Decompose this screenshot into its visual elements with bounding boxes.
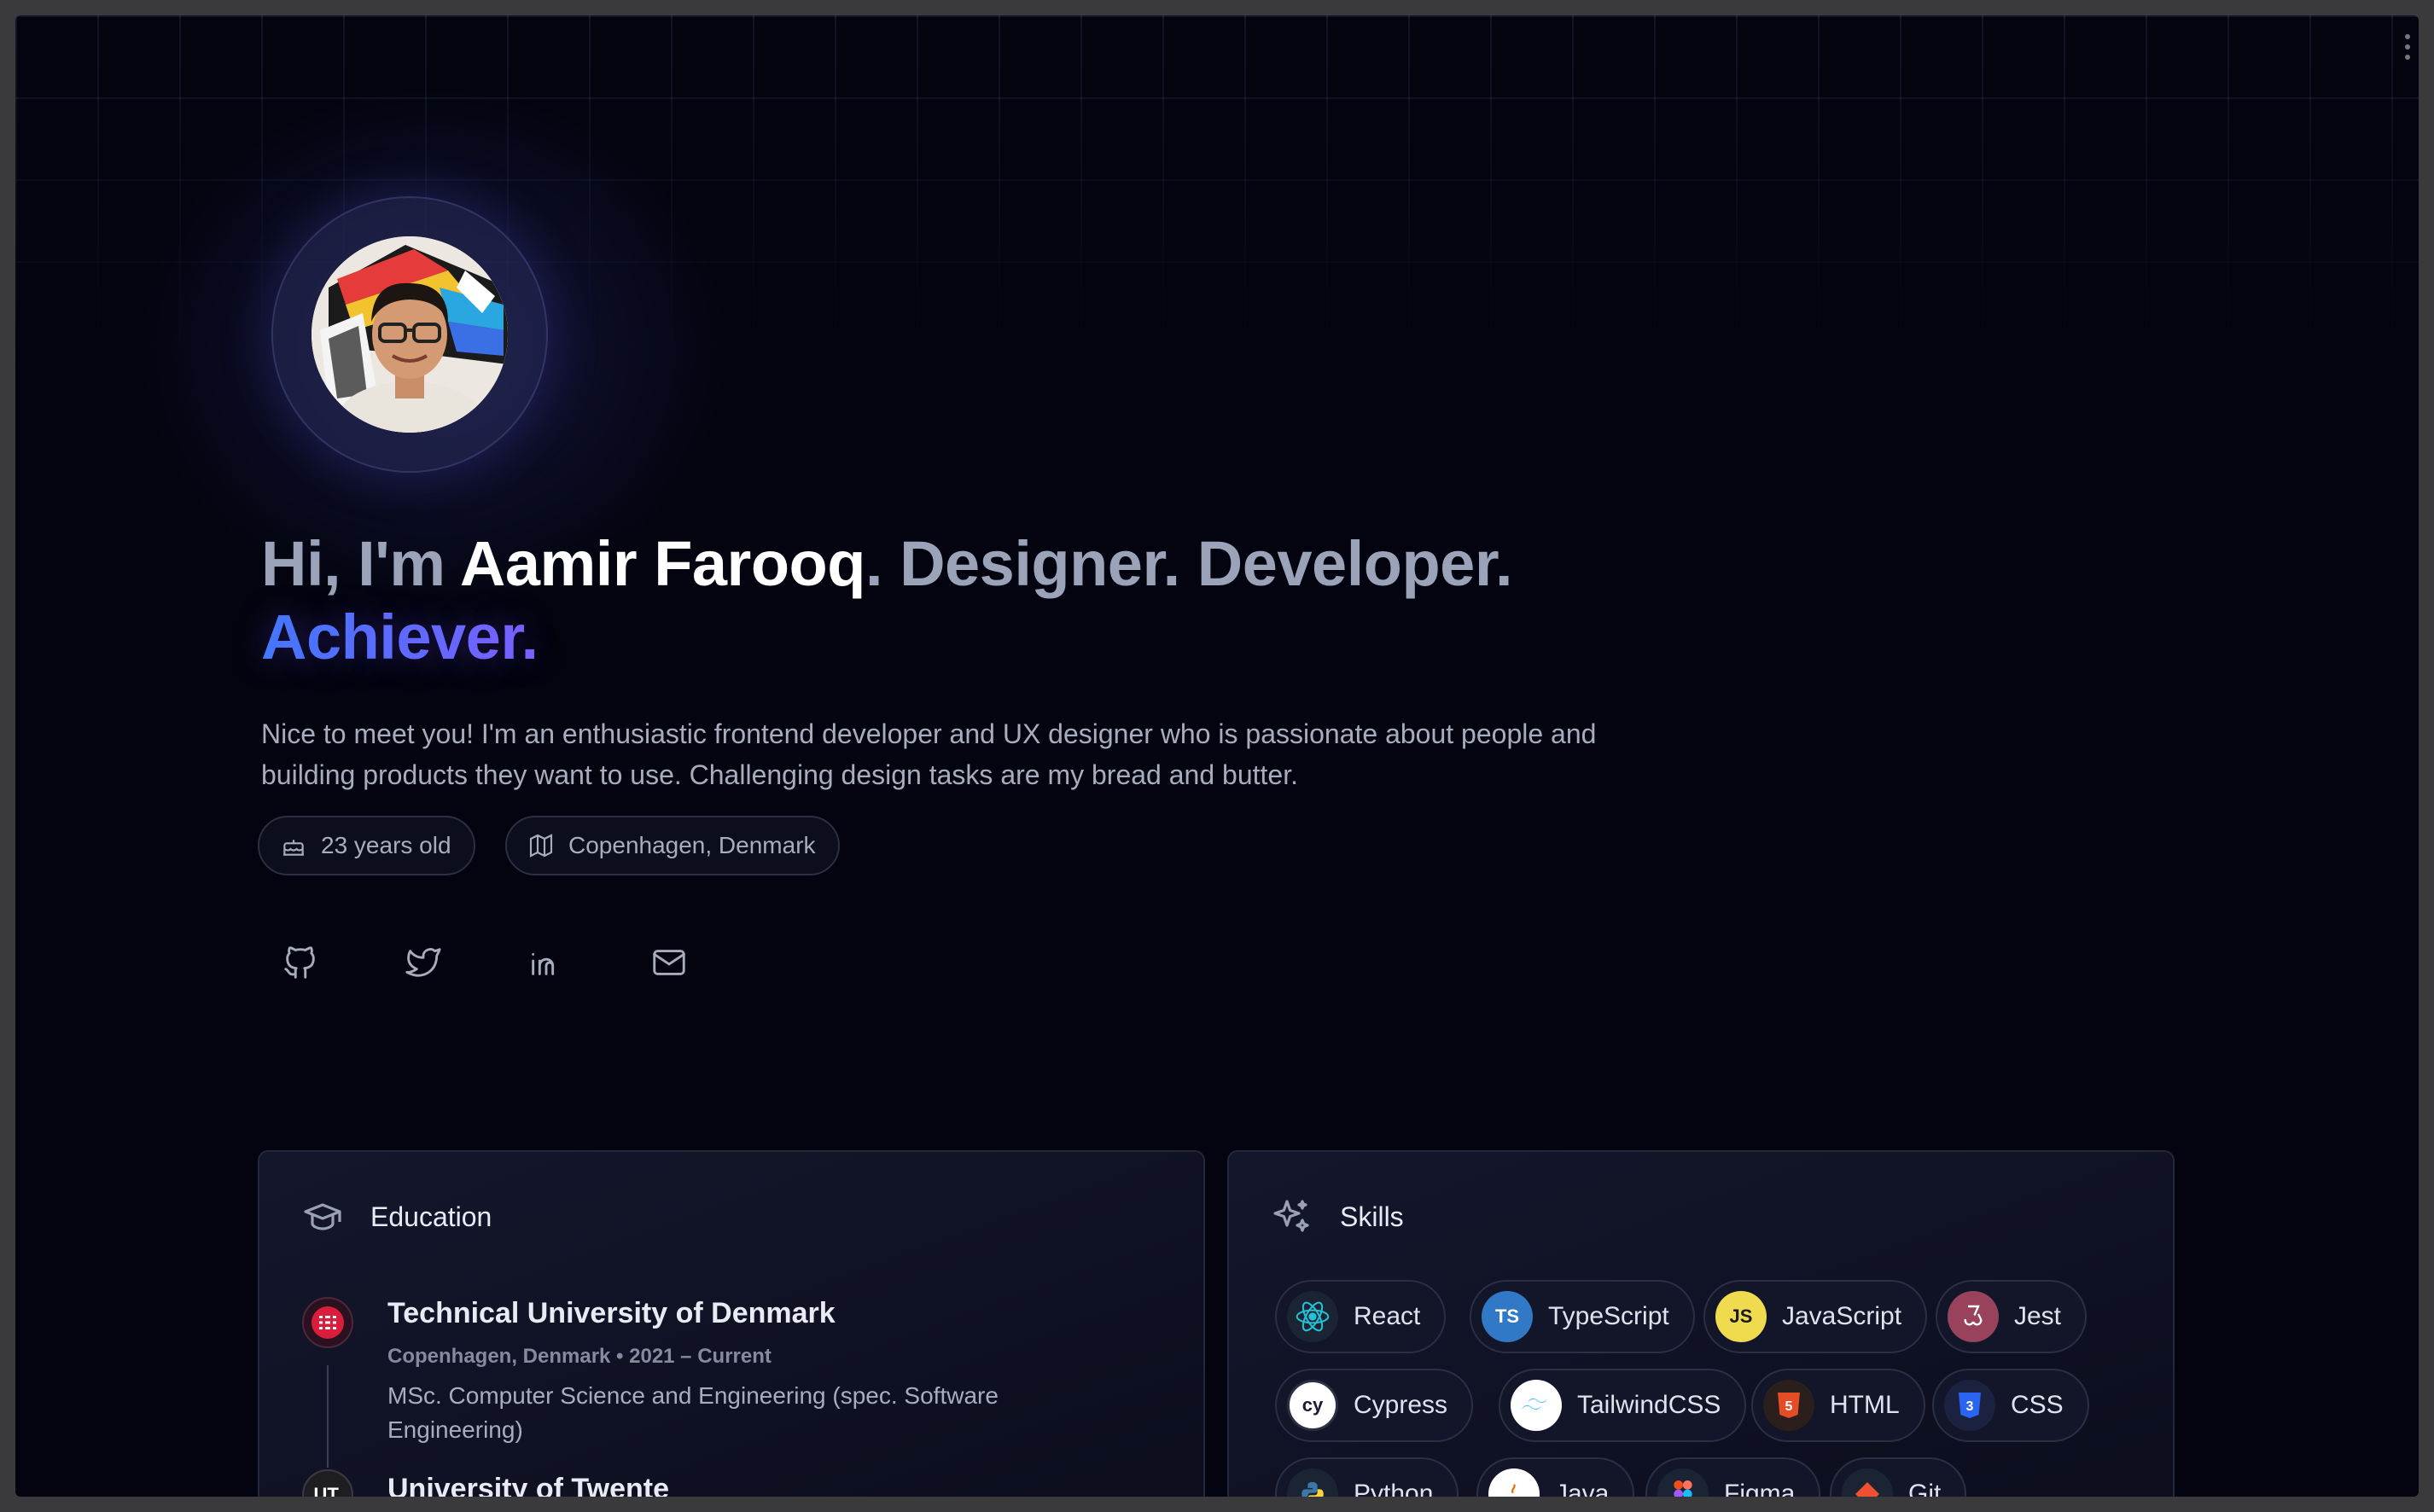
typescript-icon: TS [1482,1291,1533,1342]
git-icon [1842,1468,1893,1497]
css-icon: 3 [1944,1380,1995,1431]
skills-card: Skills React TS TypeScript JS JavaScript [1227,1150,2175,1497]
react-icon [1287,1291,1338,1342]
headline-highlight: Achiever. [261,602,539,672]
skill-typescript[interactable]: TS TypeScript [1470,1280,1695,1353]
school-name: Technical University of Denmark [387,1297,836,1329]
profile-name: Aamir Farooq [459,528,866,599]
avatar [312,236,508,433]
figma-icon [1657,1468,1709,1497]
svg-text:3: 3 [1966,1399,1974,1414]
education-card: Education Technical University of Denmar… [258,1150,1205,1497]
browser-window: Hi, I'm Aamir Farooq. Designer. Develope… [15,15,2419,1497]
dtu-logo-icon [302,1297,353,1348]
skill-git[interactable]: Git [1830,1457,1967,1497]
school-name: University of Twente [387,1473,669,1497]
skill-java[interactable]: Java [1476,1457,1635,1497]
school-meta: Copenhagen, Denmark • 2021 – Current [387,1345,772,1368]
python-icon [1287,1468,1338,1497]
education-title: Education [370,1201,492,1232]
age-chip: 23 years old [258,816,475,875]
skill-html[interactable]: 5 HTML [1751,1369,1925,1442]
skills-title: Skills [1340,1201,1404,1232]
utwente-logo-icon: UT. [302,1469,353,1497]
skill-javascript[interactable]: JS JavaScript [1703,1280,1928,1353]
skill-figma[interactable]: Figma [1645,1457,1821,1497]
twitter-icon [405,948,441,977]
skill-python[interactable]: Python [1275,1457,1459,1497]
school-degree: MSc. Computer Science and Engineering (s… [387,1382,999,1443]
javascript-icon: JS [1715,1291,1767,1342]
email-link[interactable] [645,939,693,986]
intro-text: Nice to meet you! I'm an enthusiastic fr… [261,718,1597,790]
graduation-cap-icon [304,1203,341,1230]
cake-icon [283,835,304,856]
mail-icon [653,950,685,975]
java-icon [1488,1468,1540,1497]
location-chip: Copenhagen, Denmark [505,816,840,875]
html-icon: 5 [1763,1380,1814,1431]
tailwind-icon [1511,1380,1562,1431]
map-icon [529,834,553,858]
skill-cypress[interactable]: cy Cypress [1275,1369,1474,1442]
skill-css[interactable]: 3 CSS [1932,1369,2089,1442]
skill-react[interactable]: React [1275,1280,1447,1353]
twitter-link[interactable] [399,939,447,986]
linkedin-icon [532,952,555,975]
sparkles-icon [1273,1200,1309,1232]
github-link[interactable] [277,939,324,986]
page-title: Hi, I'm Aamir Farooq. Designer. Develope… [261,528,1513,672]
jest-icon [1948,1291,1999,1342]
skill-tailwindcss[interactable]: TailwindCSS [1499,1369,1747,1442]
scrollbar-handle[interactable] [2405,34,2412,65]
timeline-line [327,1365,329,1468]
svg-text:5: 5 [1785,1399,1793,1414]
linkedin-link[interactable] [522,939,570,986]
skill-jest[interactable]: Jest [1936,1280,2088,1353]
github-icon [284,946,315,979]
cypress-icon: cy [1287,1380,1338,1431]
